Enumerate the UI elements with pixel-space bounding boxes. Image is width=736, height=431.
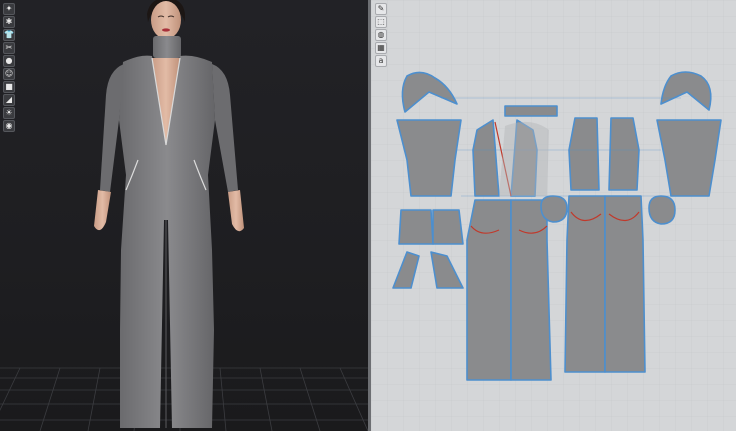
pattern-front-pants-right	[510, 199, 552, 381]
pattern-back-bodice-left	[568, 117, 600, 191]
globe-icon[interactable]: ◉	[3, 120, 15, 132]
gear-icon[interactable]: ✱	[3, 16, 15, 28]
sewing-icon[interactable]: ◍	[375, 29, 387, 41]
3d-viewport[interactable]: ✦ ✱ 👕 ✂ ● ☺ ■ ◢ ☀ ◉	[0, 0, 368, 431]
edit-pattern-icon[interactable]: ✎	[375, 3, 387, 15]
avatar-model[interactable]	[94, 0, 244, 428]
back-avatar-silhouette	[499, 121, 549, 196]
2d-pattern-canvas	[371, 0, 736, 431]
2d-toolbar: ✎ ⬚ ◍ ▦ a	[375, 3, 387, 67]
pin-icon[interactable]: ●	[3, 55, 15, 67]
simulation-icon[interactable]: ✦	[3, 3, 15, 15]
transform-icon[interactable]: ⬚	[375, 16, 387, 28]
pattern-pocket-bag-left	[540, 195, 568, 223]
texture-icon[interactable]: ■	[3, 81, 15, 93]
3d-toolbar: ✦ ✱ 👕 ✂ ● ☺ ■ ◢ ☀ ◉	[3, 3, 15, 132]
pattern-collar	[504, 105, 558, 117]
pattern-back-pants-left	[564, 195, 606, 373]
pattern-back-pants-right	[604, 195, 646, 373]
shirt-icon[interactable]: 👕	[3, 29, 15, 41]
thread-icon[interactable]: ✂	[3, 42, 15, 54]
2d-pattern-window[interactable]: ✎ ⬚ ◍ ▦ a	[371, 0, 736, 431]
avatar-icon[interactable]: ☺	[3, 68, 15, 80]
light-icon[interactable]: ☀	[3, 107, 15, 119]
pattern-pocket-left	[398, 209, 434, 245]
app-window: ✦ ✱ 👕 ✂ ● ☺ ■ ◢ ☀ ◉ ✎ ⬚ ◍ ▦ a	[0, 0, 736, 431]
pattern-pocket-bag-right	[648, 195, 676, 225]
measure-icon[interactable]: ▦	[375, 42, 387, 54]
pattern-front-pants-left	[466, 199, 512, 381]
3d-scene	[0, 0, 368, 431]
pattern-pocket-right	[432, 209, 464, 245]
fold-icon[interactable]: ◢	[3, 94, 15, 106]
text-icon[interactable]: a	[375, 55, 387, 67]
pattern-back-bodice-right	[608, 117, 640, 191]
